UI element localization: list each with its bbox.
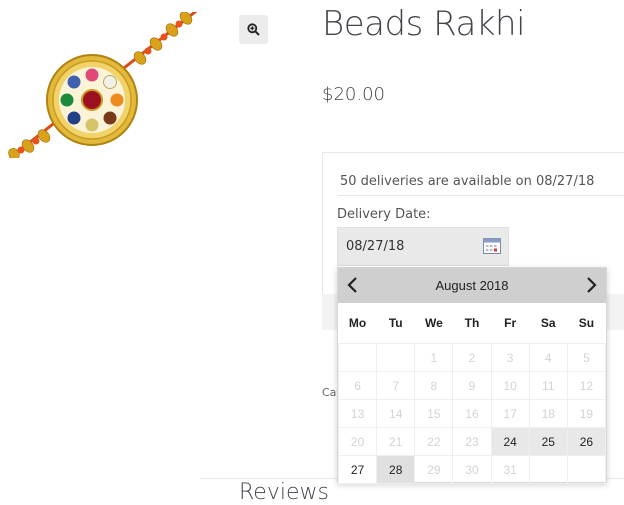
delivery-date-label: Delivery Date: <box>337 207 431 222</box>
calendar-day: 8 <box>414 371 454 400</box>
calendar-day[interactable]: 27 <box>337 455 378 484</box>
calendar-day: 16 <box>452 399 492 428</box>
datepicker: August 2018 Mo Tu We Th Fr Sa Su 1 2 3 4 5 6 7 8 9 10 11… <box>337 267 607 484</box>
zoom-in-icon <box>247 23 260 36</box>
calendar-day[interactable]: 28 <box>376 455 416 484</box>
calendar-day: 31 <box>490 455 530 484</box>
calendar-day: 21 <box>376 427 416 456</box>
calendar-day: 2 <box>452 343 492 372</box>
rakhi-medallion <box>46 54 138 146</box>
calendar-day: 13 <box>337 399 378 428</box>
calendar-day: 11 <box>528 371 568 400</box>
calendar-day: 20 <box>337 427 378 456</box>
chevron-left-icon[interactable] <box>343 275 363 295</box>
calendar-day: 29 <box>414 455 454 484</box>
calendar-day: 15 <box>414 399 454 428</box>
calendar-day: 7 <box>376 371 416 400</box>
calendar-day: 3 <box>490 343 530 372</box>
calendar-week-row: 20 21 22 23 24 25 26 <box>337 427 607 456</box>
datepicker-header: August 2018 <box>338 268 606 303</box>
calendar-empty-cell <box>566 455 607 484</box>
weekday-label: Th <box>464 316 480 330</box>
weekday-label: Sa <box>540 316 556 330</box>
weekday-label: Tu <box>388 316 403 330</box>
weekday-label: We <box>424 316 443 330</box>
availability-text: 50 deliveries are available on 08/27/18 <box>340 174 595 189</box>
reviews-heading[interactable]: Reviews <box>239 480 329 505</box>
calendar-day: 14 <box>376 399 416 428</box>
calendar-day[interactable]: 26 <box>566 427 607 456</box>
datepicker-month: August 2018 <box>435 278 509 293</box>
weekday-label: Fr <box>504 316 517 330</box>
calendar-day: 1 <box>414 343 454 372</box>
calendar-week-row: 13 14 15 16 17 18 19 <box>337 399 607 428</box>
calendar-icon[interactable] <box>482 236 502 256</box>
calendar-week-row: 12345 <box>337 343 607 372</box>
divider <box>338 195 624 196</box>
datepicker-grid: Mo Tu We Th Fr Sa Su 1 2 3 4 5 6 7 8 9 10 11 12 13 14 15 16 17… <box>337 303 607 484</box>
calendar-day: 19 <box>566 399 607 428</box>
calendar-day: 23 <box>452 427 492 456</box>
zoom-button[interactable] <box>239 15 268 44</box>
calendar-day: 5 <box>566 343 607 372</box>
calendar-day: 6 <box>337 371 378 400</box>
calendar-day[interactable]: 24 <box>490 427 530 456</box>
calendar-day: 30 <box>452 455 492 484</box>
calendar-day[interactable]: 25 <box>528 427 568 456</box>
weekday-label: Su <box>578 316 595 330</box>
calendar-day: 12 <box>566 371 607 400</box>
calendar-empty-cell <box>337 343 378 372</box>
calendar-empty-cell <box>528 455 568 484</box>
calendar-day: 22 <box>414 427 454 456</box>
product-title: Beads Rakhi <box>322 4 526 44</box>
calendar-week-row: 6 7 8 9 10 11 12 <box>337 371 607 400</box>
weekday-label: Mo <box>348 316 367 330</box>
calendar-day: 10 <box>490 371 530 400</box>
beads-rakhi-image[interactable] <box>0 12 200 158</box>
calendar-day: 17 <box>490 399 530 428</box>
chevron-right-icon[interactable] <box>581 275 601 295</box>
product-price: $20.00 <box>322 84 385 105</box>
calendar-day: 4 <box>528 343 568 372</box>
calendar-day: 9 <box>452 371 492 400</box>
calendar-day: 18 <box>528 399 568 428</box>
calendar-week-row: 27 28 29 30 31 <box>337 455 607 484</box>
calendar-empty-cell <box>376 343 416 372</box>
